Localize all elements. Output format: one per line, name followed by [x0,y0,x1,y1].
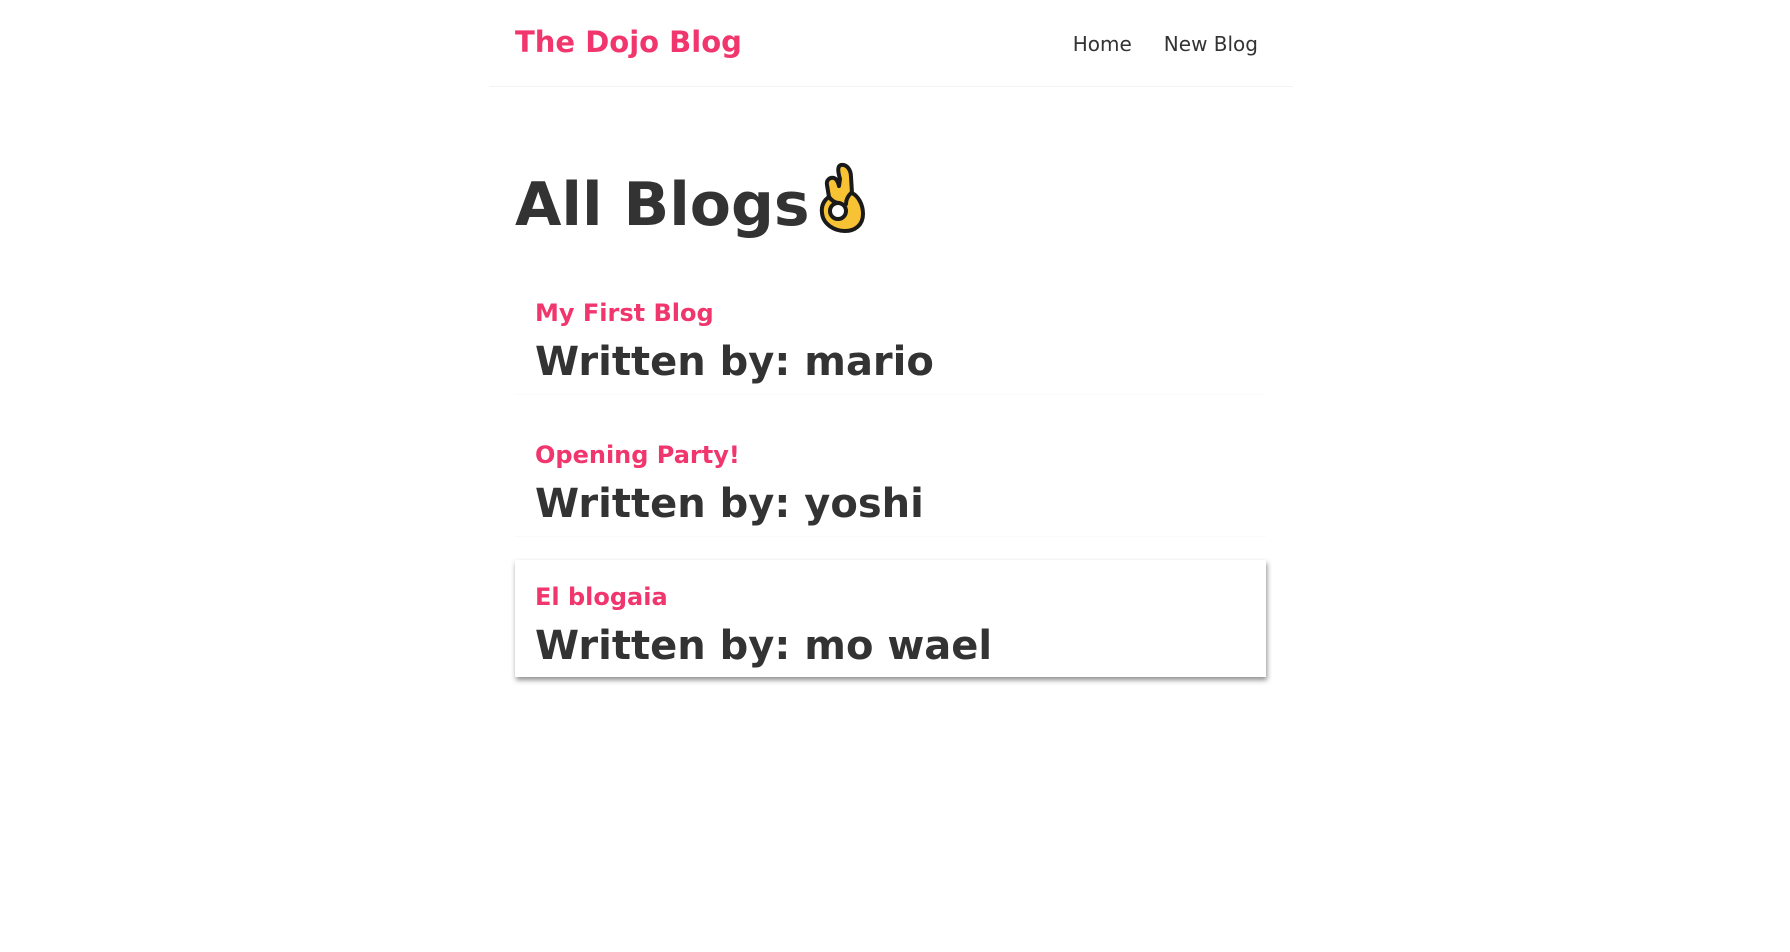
blog-author: Written by: yoshi [535,481,924,527]
blog-preview[interactable]: Opening Party! Written by: yoshi [515,418,1266,537]
nav-link-home[interactable]: Home [1073,30,1132,58]
blog-author: Written by: mario [535,339,934,385]
page-title-text: All Blogs [515,170,810,240]
blog-preview-hovered[interactable]: El blogaia Written by: mo wael [515,560,1266,677]
blog-preview[interactable]: My First Blog Written by: mario [515,276,1266,395]
blog-list: My First Blog Written by: mario Opening … [515,276,1266,677]
nav-link-new-blog[interactable]: New Blog [1164,30,1258,58]
ok-hand-icon [812,158,868,268]
nav-links: Home New Blog [1073,30,1258,58]
blog-title: My First Blog [535,299,714,327]
main-content: All Blogs My First Blog Written by: mari… [515,150,1266,700]
navbar: The Dojo Blog Home New Blog [489,0,1293,87]
page-title: All Blogs [515,150,1266,268]
blog-title: Opening Party! [535,441,740,469]
app-root: The Dojo Blog Home New Blog All Blogs My… [0,0,1790,952]
site-brand[interactable]: The Dojo Blog [515,24,742,60]
blog-title: El blogaia [535,583,668,611]
blog-author: Written by: mo wael [535,623,993,669]
